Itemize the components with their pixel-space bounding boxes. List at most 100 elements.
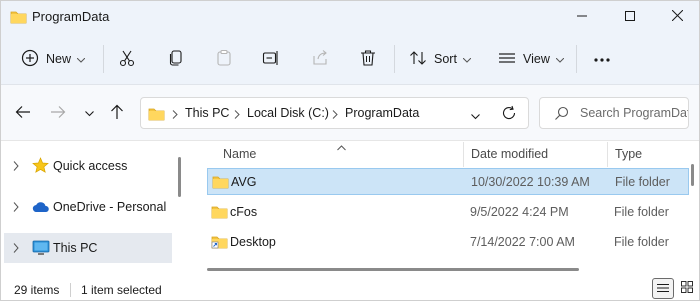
close-icon (671, 9, 683, 24)
nav-item-onedrive[interactable]: OneDrive - Personal (4, 192, 172, 222)
sort-button[interactable]: Sort (409, 45, 472, 73)
breadcrumb-programdata[interactable]: ProgramData (345, 106, 419, 120)
forward-button[interactable] (48, 103, 68, 123)
folder-icon (148, 106, 165, 124)
file-type: File folder (614, 205, 669, 219)
chevron-down-icon (471, 109, 480, 123)
cut-button[interactable] (118, 45, 136, 73)
nav-label: Quick access (53, 159, 128, 173)
nav-label: OneDrive - Personal (53, 200, 167, 214)
view-label: View (523, 52, 550, 66)
address-bar[interactable]: This PC Local Disk (C:) ProgramData (140, 97, 529, 129)
back-button[interactable] (13, 103, 33, 123)
copy-icon (167, 49, 185, 70)
cloud-icon (32, 201, 50, 216)
copy-button[interactable] (167, 45, 185, 73)
details-view-button[interactable] (652, 278, 674, 299)
tiles-view-button[interactable] (676, 278, 698, 299)
share-icon (311, 49, 329, 70)
window-title: ProgramData (32, 9, 110, 24)
paste-button[interactable] (215, 45, 233, 73)
horizontal-scrollbar-thumb[interactable] (207, 268, 579, 271)
toolbar-divider (576, 45, 577, 73)
delete-button[interactable] (359, 45, 377, 73)
title-bar: ProgramData (1, 1, 699, 33)
table-row[interactable]: cFos 9/5/2022 4:24 PM File folder (207, 199, 689, 226)
nav-scrollbar-thumb[interactable] (178, 157, 181, 197)
refresh-button[interactable] (501, 105, 517, 124)
new-label: New (46, 52, 72, 66)
column-name-label: Name (223, 147, 257, 161)
nav-item-quick-access[interactable]: Quick access (4, 151, 172, 181)
file-list-vertical-scrollbar[interactable] (687, 142, 697, 263)
folder-icon (212, 175, 229, 192)
file-name: AVG (231, 175, 257, 189)
view-button[interactable]: View (498, 45, 565, 73)
close-button[interactable] (654, 1, 699, 33)
file-type: File folder (615, 175, 670, 189)
column-header-name[interactable]: Name (207, 142, 463, 167)
column-header-date-modified[interactable]: Date modified (464, 142, 607, 167)
file-date: 10/30/2022 10:39 AM (471, 175, 590, 189)
recent-locations-button[interactable] (79, 103, 99, 123)
folder-icon (10, 9, 27, 27)
nav-label: This PC (53, 241, 98, 255)
file-name: cFos (230, 205, 258, 219)
arrow-up-icon (110, 104, 124, 123)
navigation-pane: Quick access OneDrive - Personal This PC (1, 142, 191, 275)
chevron-right-icon (13, 242, 19, 256)
folder-icon (211, 205, 228, 222)
navigation-row: This PC Local Disk (C:) ProgramData Sear… (1, 85, 699, 141)
search-placeholder: Search ProgramData (580, 106, 689, 120)
chevron-right-icon (234, 108, 240, 122)
more-dots-icon (593, 52, 611, 66)
minimize-button[interactable] (559, 1, 605, 33)
file-type: File folder (614, 235, 669, 249)
shortcut-folder-icon (211, 235, 228, 252)
file-date: 9/5/2022 4:24 PM (470, 205, 569, 219)
scissors-icon (118, 49, 136, 70)
status-bar: 29 items 1 item selected (1, 275, 699, 300)
maximize-icon (625, 10, 635, 24)
vertical-scrollbar-thumb[interactable] (691, 164, 694, 186)
rename-button[interactable] (262, 45, 280, 73)
sort-label: Sort (434, 52, 457, 66)
new-button[interactable]: New (21, 45, 86, 73)
chevron-down-icon (76, 52, 86, 66)
up-button[interactable] (107, 103, 127, 123)
share-button[interactable] (311, 45, 329, 73)
item-count: 29 items (14, 283, 60, 297)
file-date: 7/14/2022 7:00 AM (470, 235, 575, 249)
column-header-type[interactable]: Type (608, 142, 688, 167)
breadcrumb-this-pc[interactable]: This PC (185, 106, 229, 120)
file-explorer-window: ProgramData New Sort View This PC Local … (0, 0, 700, 301)
tiles-view-icon (681, 281, 693, 296)
nav-item-this-pc[interactable]: This PC (4, 233, 172, 263)
table-row[interactable]: AVG 10/30/2022 10:39 AM File folder (207, 168, 689, 195)
column-type-label: Type (615, 147, 643, 161)
refresh-icon (501, 105, 517, 124)
star-icon (32, 157, 49, 177)
file-list-horizontal-scrollbar[interactable] (207, 267, 681, 273)
breadcrumb-local-disk[interactable]: Local Disk (C:) (247, 106, 329, 120)
file-list: Name Date modified Type AVG 10/30/2022 1… (193, 142, 699, 275)
details-view-icon (657, 282, 669, 296)
status-divider (70, 283, 71, 297)
view-list-icon (498, 49, 516, 70)
column-date-label: Date modified (471, 147, 549, 161)
table-row[interactable]: Desktop 7/14/2022 7:00 AM File folder (207, 229, 689, 256)
command-bar: New Sort View (1, 33, 699, 85)
selection-count: 1 item selected (81, 283, 162, 297)
paste-icon (215, 49, 233, 70)
maximize-button[interactable] (607, 1, 653, 33)
file-name: Desktop (230, 235, 276, 249)
minimize-icon (577, 10, 587, 24)
chevron-right-icon (332, 108, 338, 122)
sort-arrows-icon (409, 49, 427, 70)
search-box[interactable]: Search ProgramData (539, 97, 689, 129)
nav-scrollbar[interactable] (176, 142, 184, 275)
address-history-button[interactable] (471, 109, 480, 123)
chevron-right-icon (13, 160, 19, 174)
rename-icon (262, 49, 280, 70)
more-options-button[interactable] (593, 45, 611, 73)
